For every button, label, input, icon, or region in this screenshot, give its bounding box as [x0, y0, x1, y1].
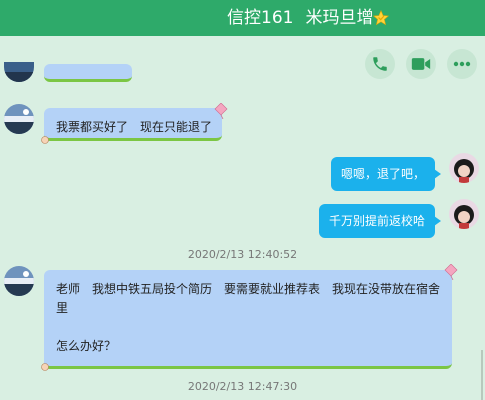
message-line: 里 [56, 301, 69, 315]
self-avatar[interactable] [449, 153, 479, 183]
scrollbar[interactable] [481, 350, 483, 400]
message-line [56, 318, 442, 337]
kite-decoration-icon [214, 103, 228, 119]
message-bubble-partial [44, 64, 132, 82]
hand-decoration-icon [41, 136, 49, 144]
message-bubble: 我票都买好了 现在只能退了 [44, 108, 222, 141]
voice-call-button[interactable] [365, 49, 395, 79]
message-text: 嗯嗯，退了吧， [341, 167, 426, 181]
message-text: 我票都买好了 现在只能退了 [56, 120, 213, 134]
message-line: 怎么办好？ [56, 339, 117, 353]
more-options-button[interactable] [447, 49, 477, 79]
contact-avatar[interactable] [4, 266, 34, 296]
contact-avatar[interactable] [4, 104, 34, 134]
video-icon [411, 58, 431, 70]
member-name: 米玛旦增 [305, 8, 374, 28]
contact-avatar[interactable] [4, 62, 34, 82]
self-avatar[interactable] [449, 199, 479, 229]
group-name: 信控161 [227, 8, 294, 28]
message-timestamp: 2020/2/13 12:40:52 [187, 248, 298, 261]
message-text: 千万别提前返校哈 [329, 214, 426, 228]
message-bubble-self: 嗯嗯，退了吧， [331, 157, 442, 191]
more-icon [453, 61, 471, 67]
chat-window: 信控161 米玛旦增 我票都买好了 现在只能退了 嗯嗯，退了吧， 千万别提前返校… [0, 0, 485, 400]
hand-decoration-icon [41, 363, 49, 371]
video-call-button[interactable] [406, 49, 436, 79]
chat-title: 信控161 米玛旦增 [227, 7, 373, 29]
message-line: 老师 我想中铁五局投个简历 要需要就业推荐表 我现在没带放在宿舍 [56, 282, 441, 296]
chat-header: 信控161 米玛旦增 [0, 0, 485, 36]
phone-icon [373, 57, 387, 71]
message-bubble-self: 千万别提前返校哈 [319, 204, 442, 238]
star-badge-icon [373, 10, 389, 26]
message-bubble: 老师 我想中铁五局投个简历 要需要就业推荐表 我现在没带放在宿舍 里 怎么办好？ [44, 270, 452, 369]
kite-decoration-icon [444, 264, 458, 280]
message-timestamp: 2020/2/13 12:47:30 [187, 380, 298, 393]
